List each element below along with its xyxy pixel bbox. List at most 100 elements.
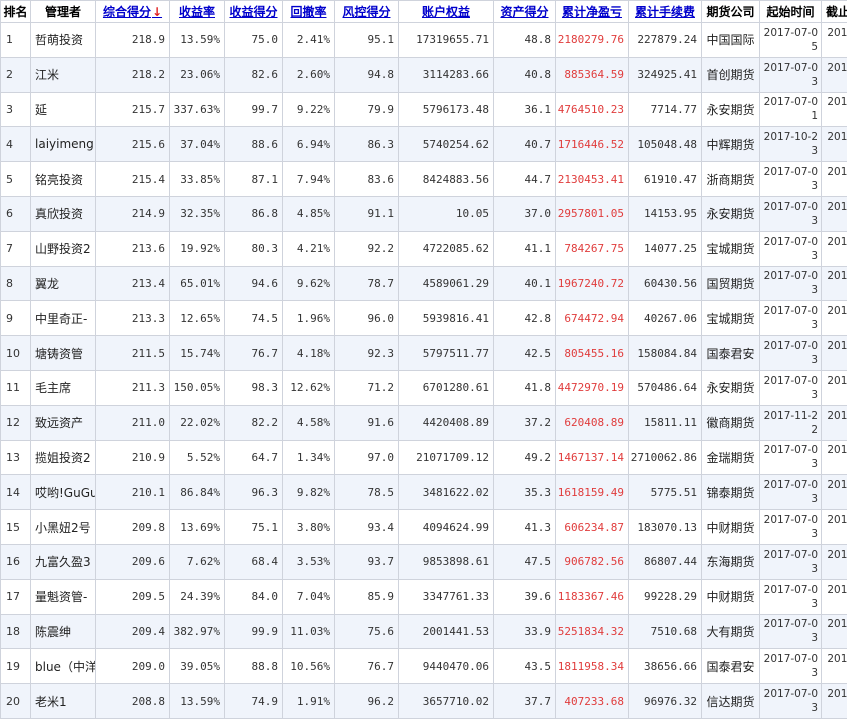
cell-risk-score: 75.6: [334, 613, 399, 650]
cell-manager[interactable]: 山野投资2: [30, 230, 96, 267]
cell-return-rate: 22.02%: [169, 404, 225, 441]
cell-manager[interactable]: 江米: [30, 56, 96, 93]
header-risk-score[interactable]: 风控得分: [334, 0, 399, 23]
cell-fees: 14077.25: [628, 230, 702, 267]
cell-equity: 17319655.71: [398, 22, 494, 58]
cell-drawdown: 11.03%: [282, 613, 335, 650]
cell-equity: 6701280.61: [398, 369, 494, 406]
cell-manager[interactable]: 塘铸资管: [30, 335, 96, 371]
cell-fees: 2710062.86: [628, 439, 702, 476]
cell-manager[interactable]: 真欣投资: [30, 195, 96, 232]
cell-drawdown: 4.18%: [282, 335, 335, 371]
table-row: 3 延 215.7 337.63% 99.7 9.22% 79.9 5796173.48 36.…: [0, 91, 847, 128]
cell-equity: 5796173.48: [398, 91, 494, 128]
cell-return-score: 82.2: [224, 404, 283, 441]
cell-start-date: 2017-07-03: [759, 56, 822, 93]
cell-fees: 61910.47: [628, 161, 702, 197]
cell-end-date: 2017-12-22: [821, 578, 847, 615]
cell-net-pnl: 2957801.05: [555, 195, 629, 232]
cell-manager[interactable]: 哲萌投资: [30, 22, 96, 58]
cell-return-score: 84.0: [224, 578, 283, 615]
cell-return-rate: 37.04%: [169, 126, 225, 163]
cell-asset-score: 37.2: [493, 404, 556, 441]
cell-manager[interactable]: 老米1: [30, 683, 96, 719]
header-fees[interactable]: 累计手续费: [628, 0, 702, 23]
cell-manager[interactable]: laiyimeng: [30, 126, 96, 163]
cell-manager[interactable]: blue（中洋: [30, 648, 96, 685]
cell-risk-score: 91.6: [334, 404, 399, 441]
cell-return-rate: 382.97%: [169, 613, 225, 650]
cell-return-rate: 19.92%: [169, 230, 225, 267]
cell-end-date: 2017-12-22: [821, 300, 847, 337]
cell-manager[interactable]: 九富久盈3: [30, 543, 96, 580]
cell-equity: 9853898.61: [398, 543, 494, 580]
cell-asset-score: 35.3: [493, 474, 556, 511]
cell-return-score: 80.3: [224, 230, 283, 267]
cell-composite-score: 210.9: [95, 439, 170, 476]
cell-composite-score: 209.8: [95, 509, 170, 545]
cell-fees: 7510.68: [628, 613, 702, 650]
cell-manager[interactable]: 致远资产: [30, 404, 96, 441]
cell-net-pnl: 5251834.32: [555, 613, 629, 650]
header-return-score[interactable]: 收益得分: [224, 0, 283, 23]
cell-manager[interactable]: 揽姐投资2: [30, 439, 96, 476]
cell-net-pnl: 1811958.34: [555, 648, 629, 685]
header-asset-score[interactable]: 资产得分: [493, 0, 556, 23]
header-equity[interactable]: 账户权益: [398, 0, 494, 23]
cell-asset-score: 49.2: [493, 439, 556, 476]
cell-manager[interactable]: 翼龙: [30, 265, 96, 302]
cell-drawdown: 6.94%: [282, 126, 335, 163]
cell-equity: 3347761.33: [398, 578, 494, 615]
cell-risk-score: 92.3: [334, 335, 399, 371]
cell-manager[interactable]: 量魁资管-: [30, 578, 96, 615]
cell-start-date: 2017-07-03: [759, 335, 822, 371]
cell-manager[interactable]: 陈震绅: [30, 613, 96, 650]
table-row: 20 老米1 208.8 13.59% 74.9 1.91% 96.2 3657710.02 3…: [0, 683, 847, 719]
cell-fees: 105048.48: [628, 126, 702, 163]
cell-composite-score: 215.6: [95, 126, 170, 163]
header-net-pnl[interactable]: 累计净盈亏: [555, 0, 629, 23]
cell-return-score: 76.7: [224, 335, 283, 371]
cell-broker: 大有期货: [701, 613, 760, 650]
cell-net-pnl: 1716446.52: [555, 126, 629, 163]
cell-drawdown: 3.80%: [282, 509, 335, 545]
header-drawdown[interactable]: 回撤率: [282, 0, 335, 23]
cell-net-pnl: 4764510.23: [555, 91, 629, 128]
cell-composite-score: 214.9: [95, 195, 170, 232]
cell-start-date: 2017-07-03: [759, 474, 822, 511]
cell-drawdown: 4.21%: [282, 230, 335, 267]
cell-asset-score: 42.5: [493, 335, 556, 371]
cell-risk-score: 86.3: [334, 126, 399, 163]
cell-asset-score: 40.8: [493, 56, 556, 93]
cell-drawdown: 2.60%: [282, 56, 335, 93]
cell-broker: 国泰君安: [701, 648, 760, 685]
cell-rank: 18: [0, 613, 31, 650]
cell-manager[interactable]: 小黑妞2号: [30, 509, 96, 545]
cell-net-pnl: 674472.94: [555, 300, 629, 337]
cell-risk-score: 91.1: [334, 195, 399, 232]
cell-fees: 96976.32: [628, 683, 702, 719]
cell-manager[interactable]: 延: [30, 91, 96, 128]
cell-return-rate: 5.52%: [169, 439, 225, 476]
cell-asset-score: 41.3: [493, 509, 556, 545]
cell-risk-score: 93.4: [334, 509, 399, 545]
cell-fees: 570486.64: [628, 369, 702, 406]
cell-rank: 8: [0, 265, 31, 302]
cell-drawdown: 3.53%: [282, 543, 335, 580]
cell-manager[interactable]: 哎哟!GuGu: [30, 474, 96, 511]
cell-end-date: 2017-12-22: [821, 265, 847, 302]
header-composite-score[interactable]: 综合得分↓: [95, 0, 170, 23]
header-return-rate[interactable]: 收益率: [169, 0, 225, 23]
cell-equity: 21071709.12: [398, 439, 494, 476]
cell-return-score: 82.6: [224, 56, 283, 93]
cell-manager[interactable]: 铭亮投资: [30, 161, 96, 197]
cell-drawdown: 1.91%: [282, 683, 335, 719]
cell-drawdown: 12.62%: [282, 369, 335, 406]
cell-manager[interactable]: 中里奇正-: [30, 300, 96, 337]
cell-start-date: 2017-07-03: [759, 613, 822, 650]
cell-manager[interactable]: 毛主席: [30, 369, 96, 406]
cell-drawdown: 7.94%: [282, 161, 335, 197]
cell-fees: 99228.29: [628, 578, 702, 615]
cell-return-score: 98.3: [224, 369, 283, 406]
cell-start-date: 2017-07-03: [759, 195, 822, 232]
